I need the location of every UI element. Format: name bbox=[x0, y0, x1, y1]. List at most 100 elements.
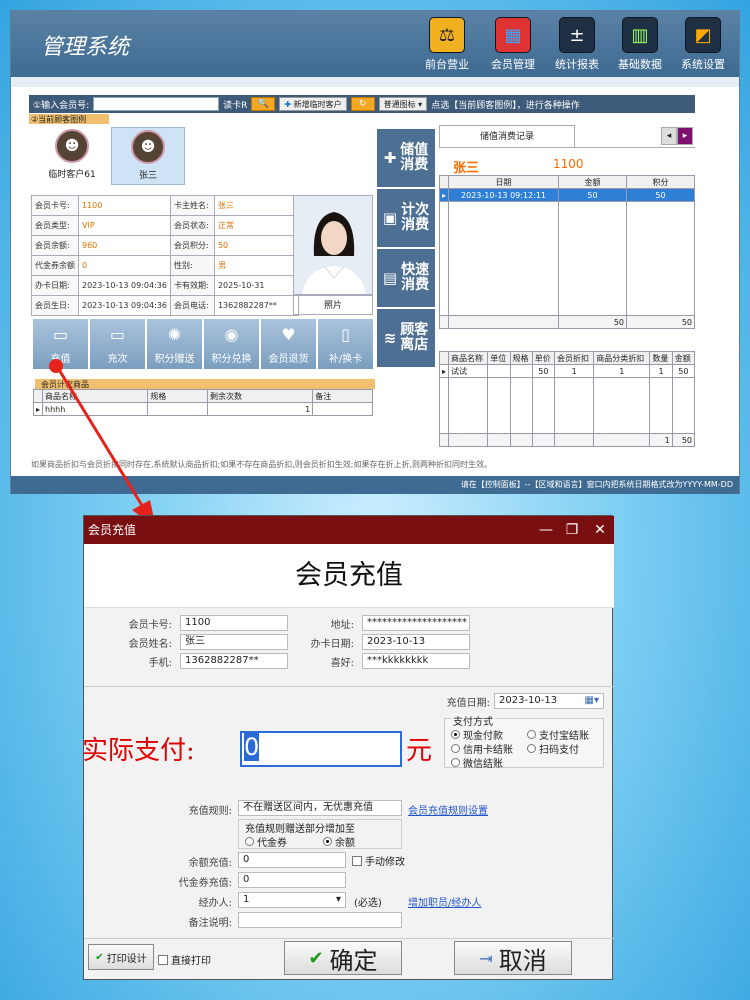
column-header: 数量 bbox=[649, 351, 673, 365]
column-header: 剩余次数 bbox=[206, 389, 314, 403]
minimize-icon[interactable]: — bbox=[536, 520, 556, 540]
member-return-button[interactable]: ♥ 会员退货 bbox=[261, 319, 316, 369]
member-number-input[interactable] bbox=[93, 97, 220, 111]
table-row[interactable]: ▸ hhhh 1 bbox=[32, 402, 373, 416]
manual-edit-checkbox[interactable]: 手动修改 bbox=[352, 853, 405, 868]
record-member-name: 张三 bbox=[453, 161, 480, 176]
recharge-count-button[interactable]: ▭ 充次 bbox=[90, 319, 145, 369]
pay-cash-radio[interactable]: 现金付款 bbox=[451, 727, 503, 742]
cell: 1 bbox=[649, 364, 673, 378]
close-icon[interactable]: ✕ bbox=[590, 520, 610, 540]
pay-scan-radio[interactable]: 扫码支付 bbox=[527, 741, 579, 756]
nav-label: 会员管理 bbox=[491, 58, 535, 71]
direct-print-checkbox[interactable]: 直接打印 bbox=[158, 952, 211, 967]
radio-icon bbox=[245, 837, 254, 846]
print-design-button[interactable]: ✔ 打印设计 bbox=[88, 944, 154, 970]
tab-stored-value-records[interactable]: 储值消费记录 bbox=[439, 125, 575, 147]
open-date-label: 办卡日期: bbox=[310, 639, 354, 650]
member-number-label: ①输入会员号: bbox=[33, 100, 90, 111]
info-value: 2025-10-31 bbox=[213, 275, 299, 296]
info-label: 代金券余额 bbox=[31, 255, 79, 276]
check-icon: ✔ bbox=[95, 951, 104, 963]
total-cell: 1 bbox=[649, 433, 673, 447]
tab-next-icon[interactable]: ▸ bbox=[677, 127, 693, 145]
replace-card-button[interactable]: ▯ 补/换卡 bbox=[318, 319, 373, 369]
remark-input[interactable] bbox=[238, 912, 402, 928]
currency-unit: 元 bbox=[406, 736, 433, 766]
hobby-field[interactable]: ***kkkkkkkk bbox=[362, 653, 470, 669]
count-icon: ▣ bbox=[382, 208, 398, 227]
info-label: 会员余额: bbox=[31, 235, 79, 256]
stored-value-consume-button[interactable]: ✚ 储值消费 bbox=[377, 129, 435, 187]
cancel-button[interactable]: ⇥ 取消 bbox=[454, 941, 572, 975]
radio-label: 微信结账 bbox=[463, 759, 503, 770]
customer-name: 张三 bbox=[138, 171, 157, 181]
sun-icon: ✺ bbox=[167, 325, 182, 344]
recharge-button[interactable]: ▭ 充值 bbox=[33, 319, 88, 369]
recharge-date-value: 2023-10-13 bbox=[499, 695, 558, 706]
column-header: 积分 bbox=[626, 175, 695, 189]
checkbox-label: 手动修改 bbox=[365, 857, 405, 868]
name-field[interactable]: 张三 bbox=[180, 634, 288, 650]
info-label: 会员积分: bbox=[169, 235, 215, 256]
column-header: 备注 bbox=[312, 389, 373, 403]
points-exchange-button[interactable]: ◉ 积分兑换 bbox=[204, 319, 259, 369]
monitor-icon: ▭ bbox=[52, 325, 69, 344]
customer-zhangsan[interactable]: ☻ 张三 bbox=[111, 127, 185, 185]
phone-field[interactable]: 13628822​87** bbox=[180, 653, 288, 669]
radio-icon bbox=[451, 744, 460, 753]
pay-credit-radio[interactable]: 信用卡结账 bbox=[451, 741, 513, 756]
cell: 50 bbox=[626, 188, 695, 202]
actual-pay-input[interactable]: 0 bbox=[240, 731, 402, 767]
bonus-balance-radio[interactable]: 余额 bbox=[323, 834, 355, 849]
quick-consume-button[interactable]: ▤ 快速消费 bbox=[377, 249, 435, 307]
pay-alipay-radio[interactable]: 支付宝结账 bbox=[527, 727, 589, 742]
heart-icon: ♥ bbox=[281, 325, 296, 344]
card-no-field[interactable]: 1100 bbox=[180, 615, 288, 631]
nav-settings[interactable]: ◩ 系统设置 bbox=[675, 17, 731, 72]
cell: 1 bbox=[206, 402, 314, 416]
confirm-button[interactable]: ✔ 确定 bbox=[284, 941, 402, 975]
open-date-field[interactable]: 2023-10-13 bbox=[362, 634, 470, 650]
rule-settings-link[interactable]: 会员充值规则设置 bbox=[408, 802, 488, 817]
info-label: 卡有效期: bbox=[169, 275, 215, 296]
column-header: 会员折扣 bbox=[554, 351, 595, 365]
nav-front-desk[interactable]: ⚖ 前台营业 bbox=[419, 17, 475, 72]
row-marker: ▸ bbox=[438, 188, 450, 202]
restore-icon[interactable]: ❐ bbox=[562, 520, 582, 540]
record-card-number: 1100 bbox=[553, 157, 584, 171]
cell bbox=[312, 402, 373, 416]
refresh-icon[interactable]: ↻ bbox=[350, 97, 375, 111]
address-field[interactable]: ******************** bbox=[362, 615, 470, 631]
customer-temp-61[interactable]: ☻ 临时客户61 bbox=[35, 127, 109, 185]
info-label: 会员生日: bbox=[31, 295, 79, 316]
avatar-icon: ☻ bbox=[131, 130, 165, 164]
empty-row bbox=[438, 377, 696, 434]
balance-recharge-input[interactable]: 0 bbox=[238, 852, 346, 868]
voucher-recharge-label: 代金券充值: bbox=[178, 878, 232, 889]
total-cell: 50 bbox=[558, 315, 627, 329]
voucher-recharge-input[interactable]: 0 bbox=[238, 872, 346, 888]
nav-stats[interactable]: ± 统计报表 bbox=[549, 17, 605, 72]
add-temp-customer-button[interactable]: ✚ 新增临时客户 bbox=[279, 97, 347, 111]
button-label: 打印设计 bbox=[106, 953, 147, 965]
add-handler-link[interactable]: 增加职员/经办人 bbox=[408, 894, 481, 909]
table-row[interactable]: ▸ 试试 50 1 1 1 50 bbox=[438, 364, 696, 378]
recharge-date-picker[interactable]: 2023-10-13 ▦▾ bbox=[494, 693, 604, 709]
data-icon: ▥ bbox=[622, 17, 658, 53]
pay-wechat-radio[interactable]: 微信结账 bbox=[451, 755, 503, 770]
table-row[interactable]: ▸ 2023-10-13 09:12:11 50 50 bbox=[438, 188, 695, 202]
service-label: 顾客离店 bbox=[400, 321, 429, 353]
nav-members[interactable]: ▦ 会员管理 bbox=[485, 17, 541, 72]
info-value: 13628822​87** bbox=[213, 295, 299, 316]
points-gift-button[interactable]: ✺ 积分赠送 bbox=[147, 319, 202, 369]
customer-leave-button[interactable]: ≋ 顾客离店 bbox=[377, 309, 435, 367]
bonus-voucher-radio[interactable]: 代金券 bbox=[245, 834, 287, 849]
cell: 50 bbox=[671, 364, 696, 378]
handler-select[interactable]: 1 ▾ bbox=[238, 892, 346, 908]
search-icon[interactable]: 🔍 bbox=[251, 97, 276, 111]
tab-prev-icon[interactable]: ◂ bbox=[661, 127, 677, 145]
nav-data[interactable]: ▥ 基础数据 bbox=[612, 17, 668, 72]
icon-style-select[interactable]: 普通图标 ▾ bbox=[378, 97, 428, 111]
count-consume-button[interactable]: ▣ 计次消费 bbox=[377, 189, 435, 247]
